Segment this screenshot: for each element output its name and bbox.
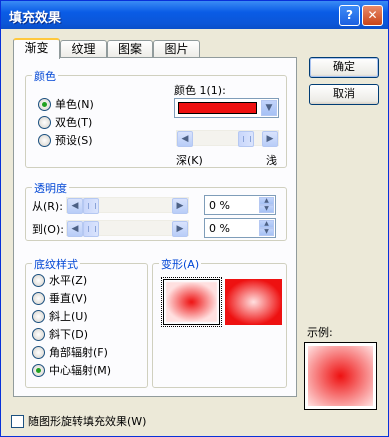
- transparency-group: 透明度 从(R): ◀ ▶ 0 % ▲ ▼ 到(O): ◀ ▶ 0 % ▲ ▼: [25, 180, 287, 241]
- radio-horizontal[interactable]: 水平(Z): [32, 274, 87, 289]
- radio-preset[interactable]: 预设(S): [38, 134, 93, 149]
- slider-left-icon[interactable]: ◀: [67, 221, 83, 237]
- shading-styles-label: 底纹样式: [32, 256, 80, 272]
- radio-diagonal-up[interactable]: 斜上(U): [32, 310, 88, 325]
- close-button[interactable]: ✕: [362, 5, 383, 26]
- tab-gradient[interactable]: 渐变: [13, 38, 60, 59]
- rotate-fill-label: 随图形旋转填充效果(W): [28, 415, 147, 428]
- shade-slider[interactable]: ◀ ▶: [176, 130, 279, 147]
- radio-dot: [32, 346, 45, 359]
- variants-group: 变形(A): [152, 256, 287, 388]
- variants-label: 变形(A): [159, 256, 202, 272]
- light-label: 浅: [266, 154, 277, 167]
- from-slider[interactable]: ◀ ▶: [66, 197, 189, 214]
- help-button[interactable]: ?: [339, 5, 360, 26]
- variant-2[interactable]: [225, 279, 282, 325]
- slider-right-icon[interactable]: ▶: [172, 198, 188, 214]
- from-spinbox[interactable]: 0 % ▲ ▼: [204, 195, 276, 215]
- radio-two-colors[interactable]: 双色(T): [38, 116, 92, 131]
- color1-swatch: [178, 102, 257, 114]
- slider-right-icon[interactable]: ▶: [172, 221, 188, 237]
- color1-dropdown[interactable]: ▼: [174, 98, 279, 118]
- to-value: 0 %: [209, 222, 230, 235]
- variant-1-swatch: [166, 282, 217, 322]
- dark-label: 深(K): [176, 154, 203, 167]
- radio-dot: [32, 274, 45, 287]
- colors-label: 颜色: [32, 68, 58, 84]
- fill-effects-dialog: 填充效果 ? ✕ 渐变 纹理 图案 图片 颜色 单色(N) 双色(T) 预设(S…: [0, 0, 389, 437]
- chevron-down-icon[interactable]: ▼: [261, 100, 277, 116]
- radio-dot: [32, 364, 45, 377]
- variant-2-swatch: [225, 279, 282, 325]
- sample-preview: [304, 342, 377, 410]
- slider-left-icon[interactable]: ◀: [177, 131, 193, 147]
- slider-thumb[interactable]: [83, 221, 99, 237]
- radio-dot: [32, 328, 45, 341]
- radio-dot: [38, 98, 51, 111]
- radio-from-corner[interactable]: 角部辐射(F): [32, 346, 108, 361]
- slider-thumb[interactable]: [83, 198, 99, 214]
- radio-dot: [32, 292, 45, 305]
- variant-1[interactable]: [161, 277, 222, 327]
- to-label: 到(O):: [32, 223, 64, 236]
- radio-from-center[interactable]: 中心辐射(M): [32, 364, 111, 379]
- slider-left-icon[interactable]: ◀: [67, 198, 83, 214]
- radio-diagonal-down[interactable]: 斜下(D): [32, 328, 88, 343]
- radio-dot: [32, 310, 45, 323]
- rotate-fill-checkbox[interactable]: 随图形旋转填充效果(W): [11, 415, 146, 429]
- slider-thumb[interactable]: [238, 131, 255, 147]
- tab-texture[interactable]: 纹理: [60, 40, 107, 58]
- from-label: 从(R):: [32, 200, 63, 213]
- sample-label: 示例:: [307, 326, 333, 339]
- title-bar: 填充效果 ? ✕: [1, 1, 388, 29]
- checkbox-box[interactable]: [11, 415, 24, 428]
- radio-vertical[interactable]: 垂直(V): [32, 292, 87, 307]
- color1-label: 颜色 1(1):: [174, 84, 226, 97]
- shading-styles-group: 底纹样式 水平(Z) 垂直(V) 斜上(U) 斜下(D) 角部辐射(F) 中心辐…: [25, 256, 148, 388]
- spin-down-icon[interactable]: ▼: [259, 205, 274, 213]
- radio-dot: [38, 134, 51, 147]
- spin-up-icon[interactable]: ▲: [259, 197, 274, 205]
- sample-swatch: [308, 346, 373, 406]
- from-value: 0 %: [209, 199, 230, 212]
- transparency-label: 透明度: [32, 180, 69, 196]
- slider-right-icon[interactable]: ▶: [262, 131, 278, 147]
- gradient-panel: 颜色 单色(N) 双色(T) 预设(S) 颜色 1(1): ▼ ◀ ▶ 深(K)…: [13, 57, 297, 397]
- tab-pattern[interactable]: 图案: [107, 40, 153, 58]
- ok-button[interactable]: 确定: [309, 57, 379, 78]
- spin-up-icon[interactable]: ▲: [259, 220, 274, 228]
- to-slider[interactable]: ◀ ▶: [66, 220, 189, 237]
- window-title: 填充效果: [9, 11, 62, 26]
- tab-picture[interactable]: 图片: [153, 40, 200, 58]
- radio-one-color[interactable]: 单色(N): [38, 98, 94, 113]
- cancel-button[interactable]: 取消: [309, 84, 379, 105]
- colors-group: 颜色 单色(N) 双色(T) 预设(S) 颜色 1(1): ▼ ◀ ▶ 深(K)…: [25, 68, 287, 168]
- to-spinbox[interactable]: 0 % ▲ ▼: [204, 218, 276, 238]
- spin-down-icon[interactable]: ▼: [259, 228, 274, 236]
- radio-dot: [38, 116, 51, 129]
